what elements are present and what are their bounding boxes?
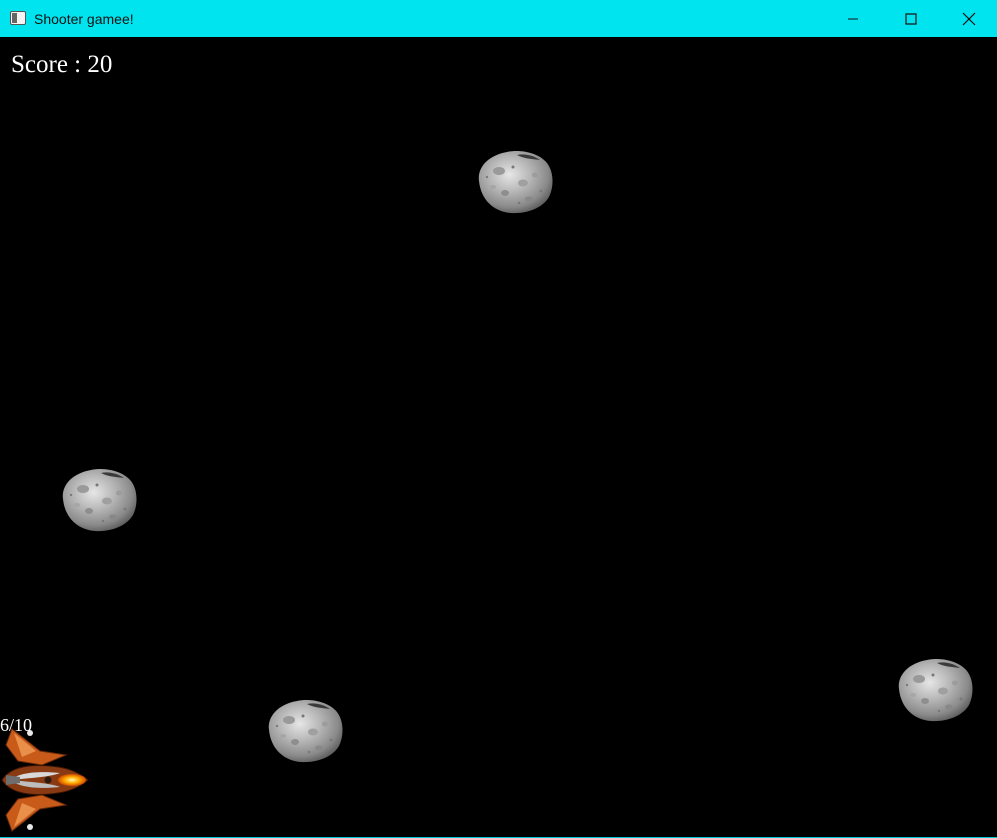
- window-title: Shooter gamee!: [34, 11, 134, 27]
- minimize-button[interactable]: [824, 0, 882, 37]
- close-icon: [962, 12, 976, 25]
- maximize-icon: [905, 12, 917, 25]
- minimize-icon: [848, 18, 858, 19]
- title-bar[interactable]: Shooter gamee!: [0, 0, 997, 37]
- close-button[interactable]: [940, 0, 997, 37]
- score-label: Score : 20: [11, 51, 113, 78]
- app-window-icon: [10, 11, 26, 25]
- asteroid: [62, 469, 137, 532]
- game-window: Shooter gamee! Score : 20 6/10: [0, 0, 997, 838]
- asteroid: [898, 659, 973, 722]
- asteroid: [478, 151, 553, 214]
- ammo-counter: 6/10: [0, 715, 33, 735]
- spaceship-icon: [1, 728, 89, 832]
- game-canvas[interactable]: Score : 20 6/10: [0, 37, 997, 838]
- asteroid: [268, 700, 343, 763]
- maximize-button[interactable]: [882, 0, 940, 37]
